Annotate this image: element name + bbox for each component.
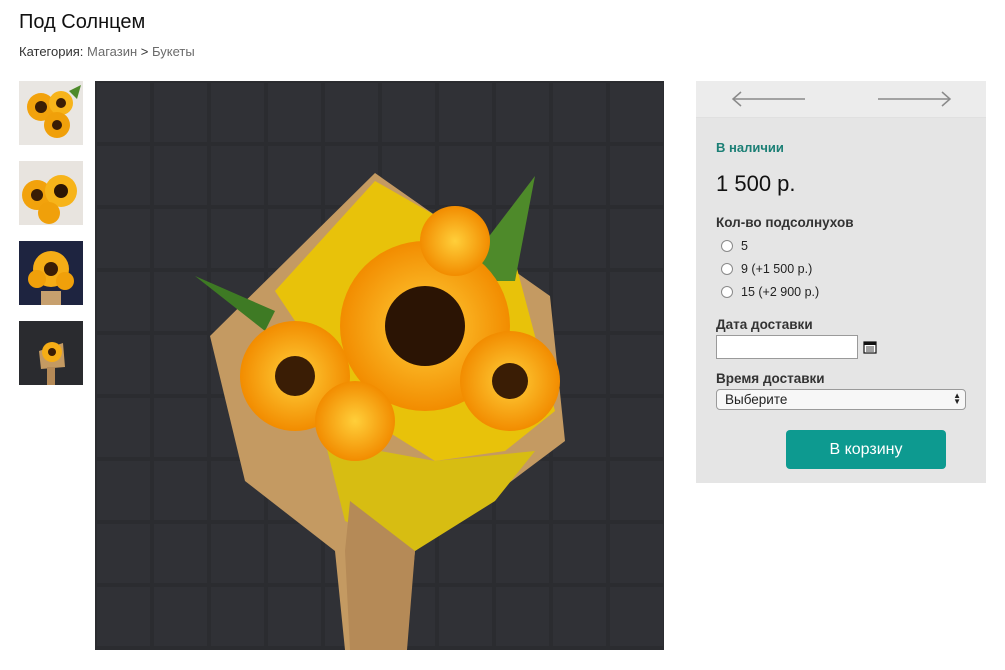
add-to-cart-button[interactable]: В корзину	[786, 430, 946, 469]
quantity-option-label: 5	[741, 238, 748, 253]
quantity-option-label: 9 (+1 500 р.)	[741, 261, 813, 276]
main-product-image	[95, 81, 664, 650]
breadcrumb: Категория: Магазин > Букеты	[19, 44, 195, 59]
delivery-date-label: Дата доставки	[716, 317, 813, 332]
thumbnail-3[interactable]	[19, 241, 83, 305]
breadcrumb-link-shop[interactable]: Магазин	[87, 44, 137, 59]
delivery-date-input[interactable]	[716, 335, 858, 359]
calendar-icon[interactable]	[863, 340, 877, 354]
radio-button[interactable]	[721, 262, 733, 275]
quantity-option[interactable]: 5	[716, 234, 966, 257]
thumbnail-list	[19, 81, 83, 401]
delivery-time-selected: Выберите	[725, 392, 788, 407]
delivery-time-select[interactable]: Выберите ▲ ▼	[716, 389, 966, 410]
breadcrumb-link-bouquets[interactable]: Букеты	[152, 44, 195, 59]
arrow-right-icon[interactable]	[876, 91, 952, 107]
radio-button[interactable]	[721, 285, 733, 298]
delivery-time-label: Время доставки	[716, 371, 825, 386]
breadcrumb-prefix: Категория:	[19, 44, 84, 59]
thumbnail-1[interactable]	[19, 81, 83, 145]
price: 1 500 р.	[716, 171, 796, 196]
thumbnail-4[interactable]	[19, 321, 83, 385]
panel-body: В наличии 1 500 р. Кол-во подсолнухов 5 …	[696, 118, 986, 483]
page-title: Под Солнцем	[19, 11, 146, 33]
stock-status: В наличии	[716, 140, 784, 155]
radio-button[interactable]	[721, 239, 733, 252]
breadcrumb-separator: >	[140, 44, 149, 59]
thumbnail-2[interactable]	[19, 161, 83, 225]
arrow-left-icon[interactable]	[731, 91, 807, 107]
quantity-label: Кол-во подсолнухов	[716, 215, 854, 230]
quantity-option[interactable]: 9 (+1 500 р.)	[716, 257, 966, 280]
product-nav-bar	[696, 81, 986, 118]
quantity-option[interactable]: 15 (+2 900 р.)	[716, 280, 966, 303]
quantity-option-label: 15 (+2 900 р.)	[741, 284, 820, 299]
delivery-date-row	[716, 335, 966, 359]
quantity-options: 5 9 (+1 500 р.) 15 (+2 900 р.)	[716, 234, 966, 303]
purchase-panel: В наличии 1 500 р. Кол-во подсолнухов 5 …	[696, 81, 986, 483]
select-caret-icon: ▲ ▼	[953, 391, 961, 406]
